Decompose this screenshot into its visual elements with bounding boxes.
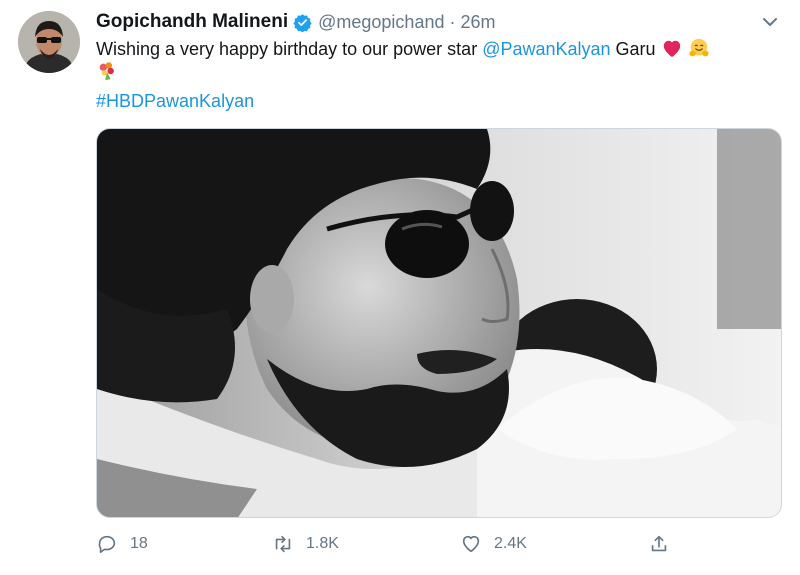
mention-link[interactable]: @PawanKalyan: [482, 39, 610, 59]
tweet-text: Wishing a very happy birthday to our pow…: [96, 36, 786, 62]
reply-count: 18: [130, 535, 148, 552]
hugging-face-emoji-icon: [688, 37, 710, 59]
tweet-header: Gopichandh Malineni @megopichand · 26m: [96, 8, 780, 36]
hashtag-link[interactable]: #HBDPawanKalyan: [96, 91, 254, 111]
tweet-text-prefix: Wishing a very happy birthday to our pow…: [96, 39, 483, 59]
tweet-timestamp[interactable]: 26m: [460, 12, 495, 33]
share-icon: [651, 535, 667, 552]
avatar-image: [18, 11, 80, 73]
reply-icon: [98, 535, 116, 554]
like-count: 2.4K: [494, 535, 527, 552]
red-heart-emoji-icon: [661, 38, 683, 58]
heart-outline-icon: [462, 535, 480, 553]
tweet-text-suffix: Garu: [610, 39, 661, 59]
reply-button[interactable]: 18: [96, 528, 148, 560]
separator-dot: ·: [449, 11, 456, 32]
avatar[interactable]: [18, 11, 80, 73]
tweet-actions: 18 1.8K 2.4K: [96, 528, 696, 560]
retweet-icon: [275, 535, 291, 553]
like-button[interactable]: 2.4K: [460, 528, 527, 560]
verified-badge-icon: [293, 13, 312, 32]
portrait-photo: [97, 129, 781, 517]
author-name[interactable]: Gopichandh Malineni: [96, 11, 288, 33]
tweet-text-line2: [96, 60, 118, 86]
share-button[interactable]: [648, 528, 670, 560]
retweet-button[interactable]: 1.8K: [272, 528, 339, 560]
tweet-card: Gopichandh Malineni @megopichand · 26m W…: [0, 0, 800, 575]
retweet-count: 1.8K: [306, 535, 339, 552]
bouquet-emoji-icon: [96, 60, 118, 82]
chevron-down-icon[interactable]: [760, 12, 780, 32]
tweet-media-image[interactable]: [96, 128, 782, 518]
hashtag-line: #HBDPawanKalyan: [96, 88, 254, 114]
author-handle[interactable]: @megopichand: [318, 12, 444, 33]
